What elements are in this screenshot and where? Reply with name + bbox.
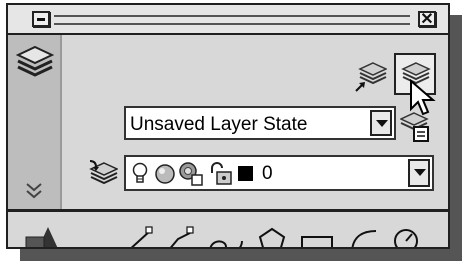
polygon-tool-icon[interactable] [258, 227, 286, 249]
close-button[interactable]: ✕ [418, 11, 436, 28]
minimize-button[interactable] [32, 11, 50, 27]
layers-palette-window: ✕ Unsaved Layer State 0 [6, 3, 450, 249]
panel-side-strip [8, 35, 62, 209]
viewport-freeze-icon[interactable] [178, 161, 204, 187]
chevron-down-icon [414, 169, 426, 176]
draw-panel-icon [25, 227, 58, 247]
draw-tools-row [128, 226, 418, 249]
title-bar[interactable]: ✕ [8, 5, 448, 35]
line-tool-icon[interactable] [128, 226, 153, 249]
layer-state-combo[interactable]: Unsaved Layer State [124, 106, 396, 140]
rectangle-tool-icon[interactable] [301, 236, 333, 249]
circle-tool-icon[interactable] [394, 229, 418, 249]
close-icon: ✕ [420, 11, 434, 28]
polyline-curve-tool-icon[interactable] [209, 240, 243, 249]
layer-state-dropdown-button[interactable] [370, 110, 392, 136]
color-swatch-icon [238, 166, 253, 181]
lightbulb-on-icon[interactable] [132, 162, 148, 186]
panel-separator [8, 209, 448, 212]
expand-chevron-icon[interactable] [24, 181, 44, 201]
chevron-down-icon [376, 120, 388, 127]
arc-tool-icon[interactable] [351, 230, 377, 249]
layer-states-manager-icon[interactable] [353, 61, 387, 93]
layer-state-value: Unsaved Layer State [130, 114, 308, 135]
layer-name-value: 0 [262, 163, 273, 184]
layers-panel-icon [16, 45, 54, 77]
make-object-layer-current-icon[interactable] [86, 159, 118, 189]
layer-previous-icon[interactable] [400, 111, 432, 143]
polyline-tool-icon[interactable] [168, 226, 194, 249]
freeze-thaw-icon[interactable] [154, 163, 176, 185]
title-grip[interactable] [54, 15, 410, 25]
layer-dropdown-button[interactable] [408, 159, 430, 187]
minimize-icon [37, 18, 45, 21]
unlock-icon[interactable] [208, 161, 234, 187]
layer-control-combo[interactable]: 0 [124, 155, 434, 191]
